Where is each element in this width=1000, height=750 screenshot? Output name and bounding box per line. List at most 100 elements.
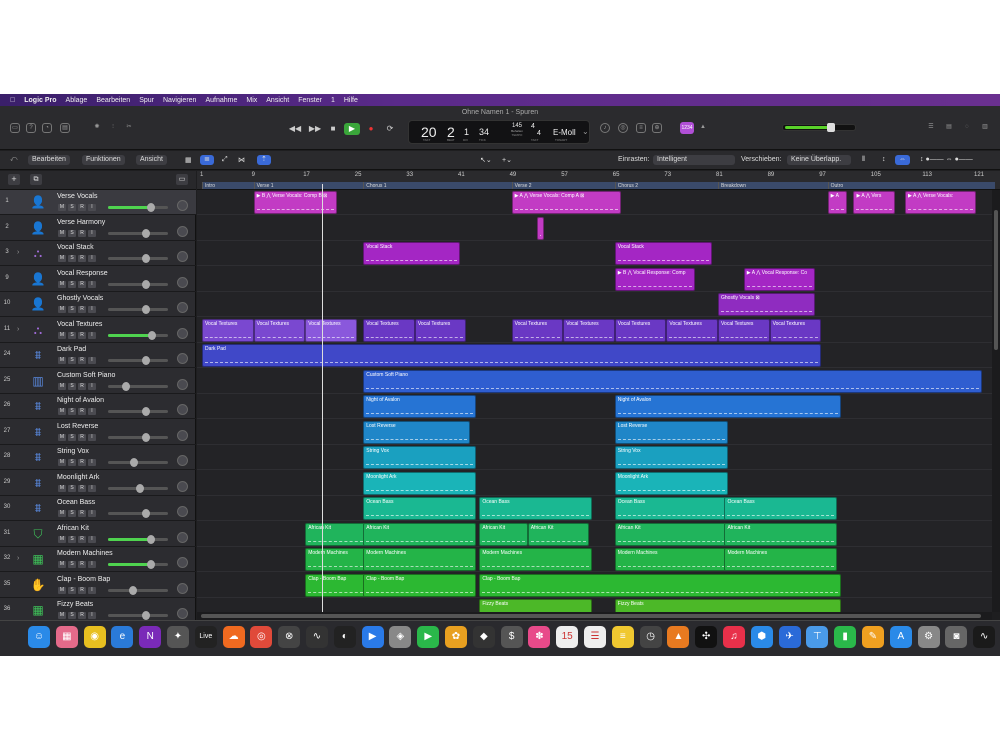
region[interactable]: African Kit bbox=[527, 522, 589, 546]
track-lane[interactable] bbox=[197, 496, 992, 521]
region[interactable]: Vocal Textures bbox=[511, 318, 564, 342]
grid-icon[interactable]: ▦ bbox=[185, 156, 192, 164]
chrome-icon[interactable]: ◉ bbox=[83, 626, 106, 648]
region[interactable]: African Kit bbox=[479, 522, 528, 546]
waveform-icon[interactable]: ∿ bbox=[306, 626, 328, 648]
podcast-icon[interactable]: ◈ bbox=[389, 626, 412, 648]
solo-button[interactable]: S bbox=[68, 306, 76, 313]
region[interactable]: Moonlight Ark bbox=[614, 471, 728, 495]
track-row[interactable]: 11 › ⛬ Vocal Textures M S R I bbox=[0, 318, 196, 343]
pan-knob[interactable] bbox=[177, 225, 188, 237]
track-name[interactable]: String Vox bbox=[57, 448, 89, 455]
region[interactable]: African Kit bbox=[614, 522, 728, 546]
region[interactable]: Vocal Stack bbox=[363, 242, 460, 265]
inspector-icon[interactable]: ▤ bbox=[60, 123, 70, 133]
menu-spur[interactable]: Spur bbox=[139, 97, 154, 104]
mute-button[interactable]: M bbox=[58, 510, 66, 517]
track-lane[interactable] bbox=[197, 445, 992, 470]
pan-knob[interactable] bbox=[177, 404, 188, 415]
region[interactable]: Clap - Boom Bap bbox=[305, 573, 367, 597]
solo-button[interactable]: S bbox=[68, 229, 76, 237]
smart-controls-icon[interactable]: ◔ bbox=[42, 123, 52, 133]
pan-knob[interactable] bbox=[177, 582, 188, 594]
settings-icon[interactable]: ⚙ bbox=[917, 626, 940, 648]
region[interactable]: Custom Soft Piano bbox=[363, 369, 983, 393]
horizontal-scrollbar[interactable] bbox=[197, 612, 992, 620]
track-name[interactable]: African Kit bbox=[57, 525, 89, 532]
pan-knob[interactable] bbox=[177, 276, 188, 288]
arrangement-marker[interactable]: Breakdown bbox=[718, 182, 828, 189]
solo-button[interactable]: S bbox=[68, 433, 76, 441]
region[interactable]: Ghostly Vocals ⊠ bbox=[718, 293, 815, 316]
track-volume-slider[interactable] bbox=[108, 407, 168, 416]
flex-icon[interactable]: ⋈ bbox=[238, 156, 245, 164]
pan-knob[interactable] bbox=[177, 302, 188, 313]
track-lane[interactable] bbox=[197, 241, 992, 266]
mute-button[interactable]: M bbox=[58, 612, 66, 619]
track-row[interactable]: 27 ⩩ Lost Reverse M S R I bbox=[0, 420, 196, 445]
record-enable-button[interactable]: R bbox=[78, 280, 86, 288]
track-lane[interactable] bbox=[197, 292, 992, 317]
track-lane[interactable] bbox=[197, 420, 992, 445]
app-menu[interactable]: Logic Pro bbox=[24, 97, 56, 104]
track-name[interactable]: Moonlight Ark bbox=[57, 474, 99, 481]
solo-button[interactable]: S bbox=[68, 459, 76, 466]
pointer-tool-icon[interactable]: ↖⌄ bbox=[480, 156, 492, 164]
input-monitor-button[interactable]: I bbox=[88, 612, 96, 619]
forward-icon[interactable]: ▶▶ bbox=[308, 123, 322, 135]
track-lane[interactable] bbox=[197, 216, 992, 241]
obs-icon[interactable]: ◐ bbox=[333, 626, 356, 648]
region[interactable]: Modern Machines bbox=[724, 548, 838, 571]
mute-button[interactable]: M bbox=[58, 306, 66, 313]
mixer-icon[interactable]: ⫶ bbox=[108, 123, 118, 133]
pan-knob[interactable] bbox=[177, 506, 188, 517]
region[interactable]: Modern Machines bbox=[479, 548, 593, 571]
record-enable-button[interactable]: R bbox=[78, 535, 86, 543]
region[interactable]: Fizzy Beats bbox=[614, 599, 841, 612]
record-enable-button[interactable]: R bbox=[78, 306, 86, 313]
solo-button[interactable]: S bbox=[68, 204, 76, 211]
vertical-scrollbar[interactable] bbox=[992, 190, 1000, 612]
region[interactable]: Moonlight Ark bbox=[363, 471, 477, 495]
mute-button[interactable]: M bbox=[58, 535, 66, 543]
keynote-icon[interactable]: ⊤ bbox=[806, 626, 829, 648]
track-row[interactable]: 31 ⛉ African Kit M S R I bbox=[0, 522, 196, 547]
input-monitor-button[interactable]: I bbox=[88, 306, 96, 313]
track-volume-slider[interactable] bbox=[108, 509, 168, 518]
region[interactable]: String Vox bbox=[614, 446, 728, 469]
reminders-icon[interactable]: ☰ bbox=[584, 626, 606, 648]
solo-button[interactable]: S bbox=[68, 382, 76, 390]
record-enable-button[interactable]: R bbox=[78, 484, 86, 492]
region[interactable]: Lost Reverse bbox=[363, 420, 470, 444]
solo-button[interactable]: S bbox=[68, 510, 76, 517]
region[interactable]: Night of Avalon bbox=[363, 395, 477, 418]
notes-icon[interactable]: ≡ bbox=[611, 626, 634, 648]
region[interactable]: Ocean Bass bbox=[363, 497, 477, 520]
menu-bearbeiten[interactable]: Bearbeiten bbox=[96, 97, 130, 104]
mute-button[interactable]: M bbox=[58, 331, 66, 339]
tuner-icon[interactable]: ♪ bbox=[600, 123, 610, 133]
drag-select[interactable]: Keine Überlapp. bbox=[787, 155, 851, 165]
region[interactable]: Ocean Bass bbox=[614, 497, 728, 520]
track-volume-slider[interactable] bbox=[108, 203, 168, 212]
lcd-tempo[interactable]: 145 Behalten TEMPO bbox=[507, 123, 527, 137]
waveform-zoom-icon[interactable]: ⫴ bbox=[862, 156, 865, 164]
loops-icon[interactable]: ◌ bbox=[962, 123, 972, 133]
disclosure-icon[interactable]: › bbox=[17, 249, 19, 256]
arrangement-marker[interactable]: Outro bbox=[827, 182, 996, 189]
menu-mix[interactable]: Mix bbox=[246, 97, 257, 104]
region[interactable]: Vocal Textures bbox=[363, 318, 415, 342]
track-name[interactable]: Verse Harmony bbox=[57, 219, 105, 226]
track-name[interactable]: Lost Reverse bbox=[57, 423, 98, 430]
tidal-icon[interactable]: ✣ bbox=[695, 626, 718, 648]
photos-icon[interactable]: ✽ bbox=[528, 626, 551, 648]
region[interactable]: ▶ A ⋀ Verse Vocals: Comp A ⊠ bbox=[511, 191, 622, 214]
region[interactable]: Night of Avalon bbox=[614, 395, 841, 418]
mute-button[interactable]: M bbox=[58, 280, 66, 288]
record-enable-button[interactable]: R bbox=[78, 204, 86, 211]
activity-icon[interactable]: ∿ bbox=[973, 626, 996, 648]
region[interactable]: Vocal Textures bbox=[253, 318, 306, 342]
pan-knob[interactable] bbox=[177, 455, 188, 466]
region[interactable]: Fizzy Beats bbox=[479, 599, 593, 612]
settings-sun-icon[interactable]: ✺ bbox=[92, 123, 102, 133]
